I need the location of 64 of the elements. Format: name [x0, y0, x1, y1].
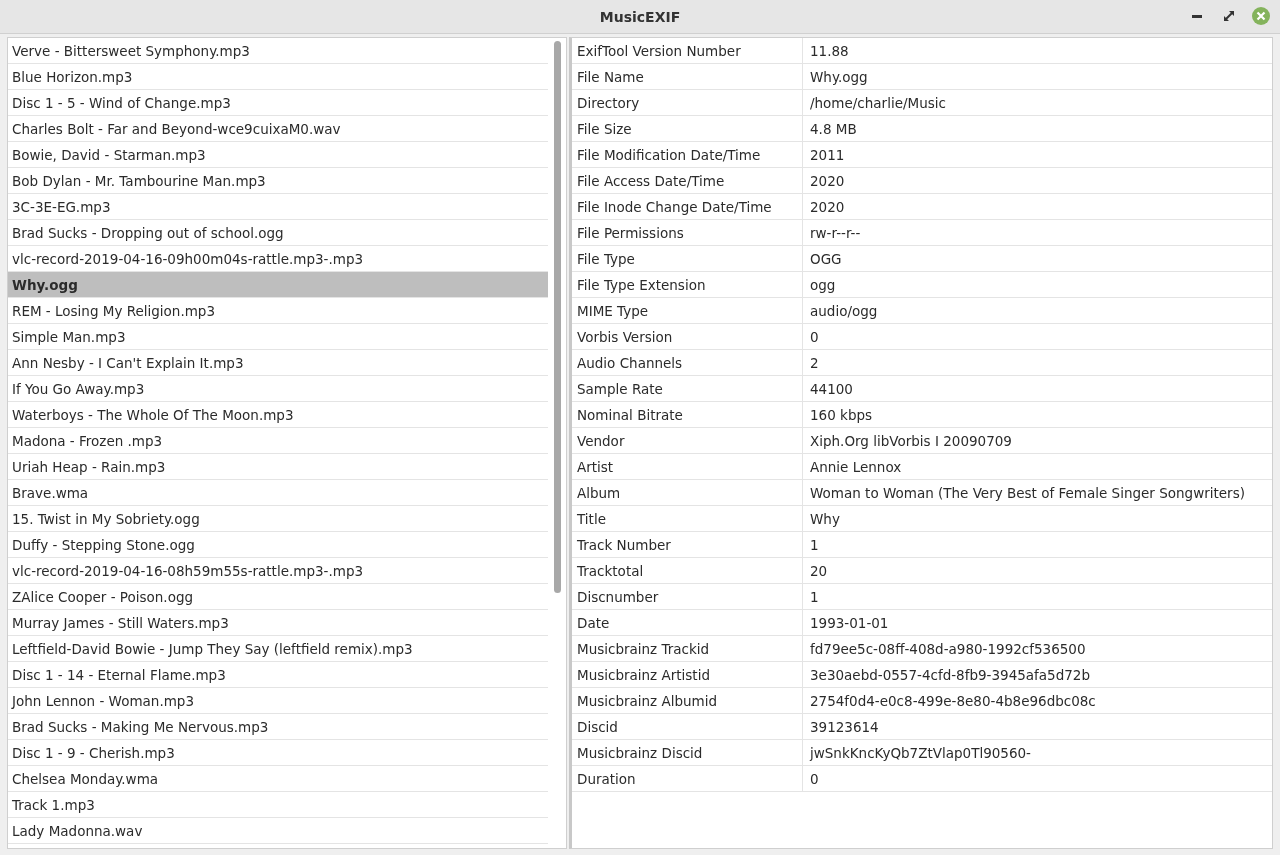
- tag-name-cell: Date: [572, 610, 803, 635]
- tag-value-cell-text: rw-r--r--: [809, 223, 862, 243]
- tag-name-cell: File Type: [572, 246, 803, 271]
- tag-name-cell: File Permissions: [572, 220, 803, 245]
- tag-value-cell-text: Why.ogg: [809, 67, 869, 87]
- tag-value-cell-text: Annie Lennox: [809, 457, 903, 477]
- tag-name-cell: Sample Rate: [572, 376, 803, 401]
- tag-name-cell: MIME Type: [572, 298, 803, 323]
- maximize-icon: [1224, 11, 1234, 21]
- tag-value-cell-text: 0: [809, 327, 820, 347]
- tag-value-cell-text: ogg: [809, 275, 837, 295]
- tag-name-cell: Artist: [572, 454, 803, 479]
- tag-value-cell-text: 11.88: [809, 41, 850, 61]
- tag-name-cell: Vorbis Version: [572, 324, 803, 349]
- tag-name-cell: File Name: [572, 64, 803, 89]
- tag-value-cell-text: 2011: [809, 145, 846, 165]
- minimize-icon: [1192, 14, 1202, 18]
- tag-name-cell: Album: [572, 480, 803, 505]
- tag-value-cell-text: OGG: [809, 249, 843, 269]
- window-title: MusicEXIF: [599, 8, 681, 25]
- tag-name-cell: File Access Date/Time: [572, 168, 803, 193]
- tag-value-cell-text: Xiph.Org libVorbis I 20090709: [809, 431, 1013, 451]
- tag-name-cell: Musicbrainz Trackid: [572, 636, 803, 661]
- tag-value-cell-text: /home/charlie/Music: [809, 93, 947, 113]
- tag-name-cell: Title: [572, 506, 803, 531]
- tag-name-cell: Musicbrainz Artistid: [572, 662, 803, 687]
- tag-value-cell-text: 1: [809, 587, 820, 607]
- tag-name-cell: File Modification Date/Time: [572, 142, 803, 167]
- tag-value-cell-text: jwSnkKncKyQb7ZtVlap0Tl90560-: [808, 743, 1032, 763]
- tag-name-cell: Tracktotal: [572, 558, 803, 583]
- tag-name-cell: Duration: [572, 766, 803, 791]
- tag-name-cell: Vendor: [572, 428, 803, 453]
- tag-value-cell-text: fd79ee5c-08ff-408d-a980-1992cf536500: [809, 639, 1087, 659]
- tag-value-cell-text: 160 kbps: [809, 405, 874, 425]
- tag-name-cell: Nominal Bitrate: [572, 402, 803, 427]
- tag-value-cell-text: 0: [809, 769, 820, 789]
- tag-name-cell: File Type Extension: [572, 272, 803, 297]
- tag-value-cell-text: 2754f0d4-e0c8-499e-8e80-4b8e96dbc08c: [809, 691, 1097, 711]
- tag-name-cell: File Inode Change Date/Time: [572, 194, 803, 219]
- tag-value-cell-text: 1993-01-01: [809, 613, 890, 633]
- tag-value-cell-text: 2: [809, 353, 820, 373]
- tag-value-cell-text: audio/ogg: [809, 301, 879, 321]
- tag-value-cell-text: Woman to Woman (The Very Best of Female Singer Songwriters): [809, 483, 1246, 503]
- tag-name-cell: Discid: [572, 714, 803, 739]
- tag-name-cell: Directory: [572, 90, 803, 115]
- file-item[interactable]: Why.ogg: [8, 272, 548, 298]
- tag-value-cell-text: 4.8 MB: [809, 119, 858, 139]
- tag-value-cell-text: 20: [809, 561, 829, 581]
- tag-value-cell-text: 1: [809, 535, 820, 555]
- tag-name-cell: Discnumber: [572, 584, 803, 609]
- tag-value-cell-text: 2020: [809, 171, 846, 191]
- scrollbar-thumb[interactable]: [553, 41, 561, 593]
- tag-value-cell-text: 44100: [809, 379, 854, 399]
- tag-value-cell-text: 39123614: [809, 717, 880, 737]
- tag-name-cell: Musicbrainz Albumid: [572, 688, 803, 713]
- tag-name-cell: Track Number: [572, 532, 803, 557]
- tag-name-cell: ExifTool Version Number: [572, 38, 803, 63]
- tag-name-cell: Musicbrainz Discid: [572, 740, 803, 765]
- tag-name-cell: File Size: [572, 116, 803, 141]
- tag-name-cell: Audio Channels: [572, 350, 803, 375]
- tag-value-cell-text: 3e30aebd-0557-4cfd-8fb9-3945afa5d72b: [809, 665, 1092, 685]
- tag-value-cell-text: 2020: [809, 197, 846, 217]
- tag-value-cell-text: Why: [809, 509, 841, 529]
- close-icon: [1252, 7, 1270, 25]
